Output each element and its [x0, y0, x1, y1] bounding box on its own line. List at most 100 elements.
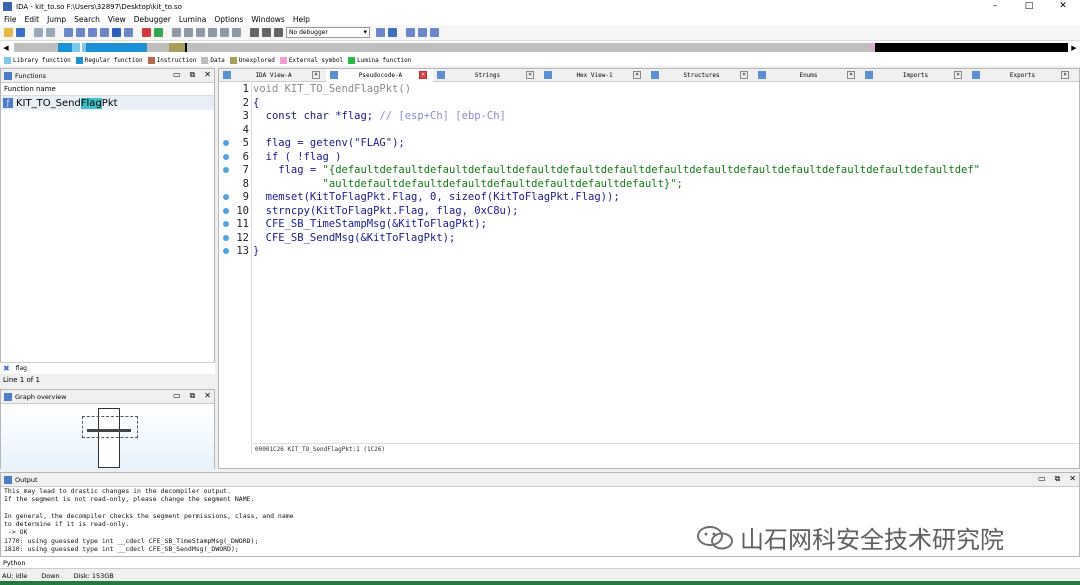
breakpoint-icon[interactable] [406, 28, 415, 37]
code-line-8[interactable]: "aultdefaultdefaultdefaultdefaultdefault… [253, 178, 683, 192]
code-line-2[interactable]: { [253, 97, 259, 111]
color-legend: Library function Regular function Instru… [0, 54, 1080, 66]
run-green-icon[interactable] [154, 28, 163, 37]
tab-close-icon[interactable]: × [526, 71, 534, 79]
attach-icon[interactable] [376, 28, 385, 37]
graph-viewport[interactable] [82, 416, 138, 438]
open-icon[interactable] [4, 28, 13, 37]
menu-file[interactable]: File [4, 15, 17, 24]
navigation-bar[interactable]: ◀ ▶ [0, 41, 1080, 54]
delete-icon[interactable] [232, 28, 241, 37]
graph-overview-canvas[interactable] [1, 404, 214, 470]
graph-close-icon[interactable]: ✕ [204, 391, 211, 401]
ida-logo-icon [3, 2, 12, 11]
close-button[interactable]: ✕ [1046, 0, 1080, 13]
func-icon[interactable] [184, 28, 193, 37]
tab-strings[interactable]: Strings × [433, 69, 540, 82]
window-controls: – □ ✕ [978, 0, 1080, 13]
nav-left-icon[interactable]: ◀ [0, 44, 12, 52]
tab-structures[interactable]: Structures × [647, 69, 754, 82]
code-line-9[interactable]: memset(KitToFlagPkt.Flag, 0, sizeof(KitT… [253, 191, 620, 205]
graph-restore-icon[interactable]: ▭ [173, 391, 181, 401]
legend-instruction: Instruction [147, 56, 196, 64]
code-line-10[interactable]: strncpy(KitToFlagPkt.Flag, flag, 0xC8u); [253, 205, 519, 219]
trace-icon[interactable] [418, 28, 427, 37]
tab-close-icon[interactable]: × [954, 71, 962, 79]
code-line-1[interactable]: void KIT_TO_SendFlagPkt() [253, 83, 411, 97]
search-icon[interactable] [124, 28, 133, 37]
output-close-icon[interactable]: ✕ [1069, 474, 1076, 484]
tab-pseudocode-a[interactable]: Pseudocode-A × [326, 68, 433, 82]
text-icon[interactable] [100, 28, 109, 37]
stop-icon[interactable] [274, 28, 283, 37]
watermark-text: 山石网科安全技术研究院 [740, 526, 1004, 554]
menu-windows[interactable]: Windows [251, 15, 284, 24]
output-float-icon[interactable]: ⧉ [1055, 474, 1061, 484]
ida-icon[interactable] [142, 28, 151, 37]
tab-enums[interactable]: Enums × [754, 69, 861, 82]
menu-view[interactable]: View [108, 15, 126, 24]
tool-icon[interactable] [430, 28, 439, 37]
pause-icon[interactable] [262, 28, 271, 37]
python-input[interactable]: Python [0, 557, 1080, 569]
output-restore-icon[interactable]: ▭ [1038, 474, 1046, 484]
nav-strip[interactable] [14, 43, 1068, 52]
panel-restore-icon[interactable]: ▭ [173, 70, 181, 80]
tab-close-icon[interactable]: × [1061, 71, 1069, 79]
code-line-3[interactable]: const char *flag; // [esp+Ch] [ebp-Ch] [253, 110, 506, 124]
down-arrow-icon[interactable] [112, 28, 121, 37]
menu-options[interactable]: Options [214, 15, 243, 24]
pin-icon[interactable] [220, 28, 229, 37]
code-line-5[interactable]: flag = getenv("FLAG"); [253, 137, 405, 151]
menu-debugger[interactable]: Debugger [134, 15, 171, 24]
tab-close-icon[interactable]: × [312, 71, 320, 79]
output-icon [4, 475, 12, 484]
tab-close-icon[interactable]: × [633, 71, 641, 79]
code-line-13[interactable]: } [253, 245, 259, 259]
menu-lumina[interactable]: Lumina [179, 15, 207, 24]
exports-icon [972, 71, 980, 79]
tab-close-icon[interactable]: × [419, 71, 427, 79]
function-filter[interactable]: ✖ flag [0, 362, 215, 374]
binary-icon[interactable] [88, 28, 97, 37]
minimize-button[interactable]: – [978, 0, 1012, 13]
tab-close-icon[interactable]: × [847, 71, 855, 79]
function-list-item[interactable]: ƒ KIT_TO_Send Flag Pkt [1, 96, 214, 110]
maximize-button[interactable]: □ [1012, 0, 1046, 13]
refresh-icon[interactable] [388, 28, 397, 37]
code-line-6[interactable]: if ( !flag ) [253, 151, 342, 165]
panel-float-icon[interactable]: ⧉ [190, 70, 196, 80]
title-bar: IDA - kit_to.so F:\Users\32897\Desktop\k… [0, 0, 1080, 13]
tab-close-icon[interactable]: × [740, 71, 748, 79]
pseudocode-view[interactable]: 1 void KIT_TO_SendFlagPkt() 2 { 3 const … [219, 83, 1079, 455]
tab-hex-view-1[interactable]: Hex View-1 × [540, 69, 647, 82]
panel-close-icon[interactable]: ✕ [204, 70, 211, 80]
struct-icon[interactable] [172, 28, 181, 37]
play-icon[interactable] [250, 28, 259, 37]
debugger-select[interactable]: No debugger [286, 27, 370, 38]
code-line-12[interactable]: CFE_SB_SendMsg(&KitToFlagPkt); [253, 232, 456, 246]
menu-search[interactable]: Search [74, 15, 100, 24]
code-line-11[interactable]: CFE_SB_TimeStampMsg(&KitToFlagPkt); [253, 218, 487, 232]
tab-exports[interactable]: Exports × [968, 69, 1075, 82]
legend-library-function: Library function [4, 56, 71, 64]
legend-swatch-regular [75, 56, 83, 64]
code-line-7[interactable]: flag = "{defaultdefaultdefaultdefaultdef… [253, 164, 980, 178]
paste-icon[interactable] [76, 28, 85, 37]
tab-imports[interactable]: Imports × [861, 69, 968, 82]
menu-help[interactable]: Help [293, 15, 310, 24]
filter-close-icon[interactable]: ✖ [3, 364, 10, 373]
xref-icon[interactable] [196, 28, 205, 37]
back-icon[interactable] [34, 28, 43, 37]
menu-edit[interactable]: Edit [25, 15, 40, 24]
save-icon[interactable] [16, 28, 25, 37]
tab-ida-view-a[interactable]: IDA View-A × [219, 69, 326, 82]
copy-icon[interactable] [64, 28, 73, 37]
graph-float-icon[interactable]: ⧉ [190, 391, 196, 401]
menu-jump[interactable]: Jump [47, 15, 66, 24]
forward-icon[interactable] [46, 28, 55, 37]
nav-right-icon[interactable]: ▶ [1068, 44, 1080, 52]
patch-icon[interactable] [208, 28, 217, 37]
function-name-column[interactable]: Function name [1, 83, 214, 96]
graph-overview-title: Graph overview [15, 392, 67, 401]
